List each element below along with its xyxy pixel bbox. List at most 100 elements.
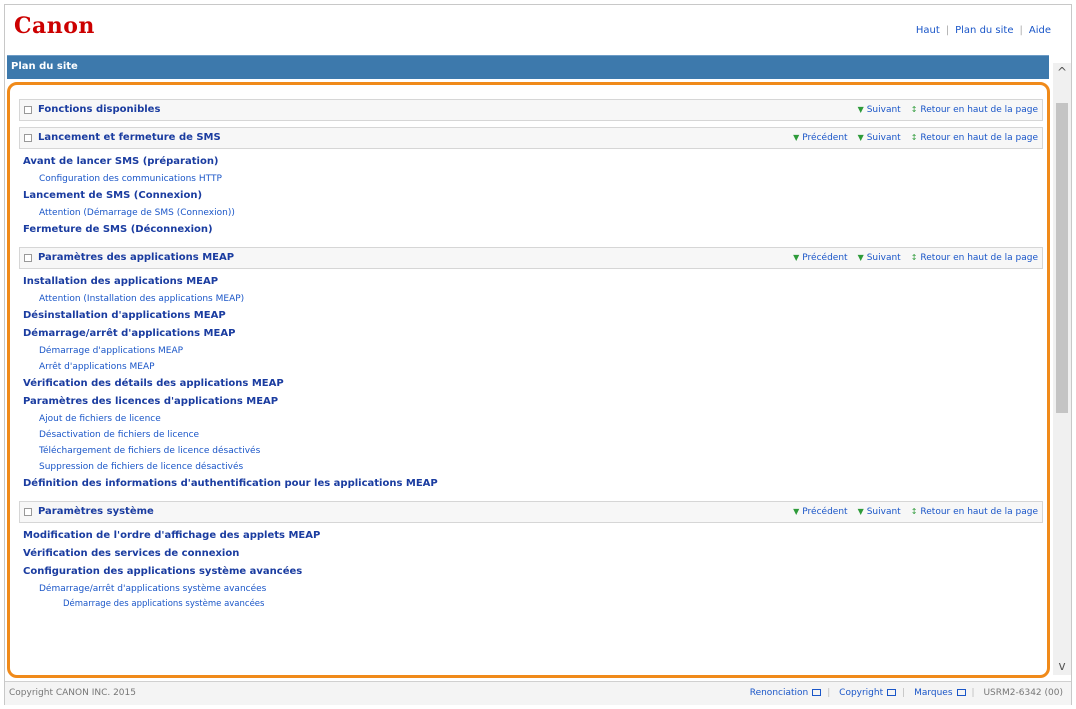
section-nav: ▼ Précédent ▼ Suivant ↕ Retour en haut de la … [783,253,1038,263]
sitemap-link[interactable]: Démarrage/arrêt d'applications MEAP [23,325,1043,343]
canon-logo[interactable]: Canon [14,13,95,39]
top-link-plan-du-site[interactable]: Plan du site [955,25,1013,36]
top-link-haut[interactable]: Haut [916,25,940,36]
external-link-icon [956,689,966,696]
sitemap-link[interactable]: Attention (Installation des applications… [23,291,1043,307]
sitemap-link[interactable]: Désactivation de fichiers de licence [23,427,1043,443]
sitemap-link[interactable]: Paramètres des licences d'applications M… [23,393,1043,411]
section-nav-link[interactable]: ↕ Retour en haut de la page [911,507,1038,517]
section-nav-link[interactable]: ▼ Suivant [858,105,901,115]
sitemap-section: Paramètres des applications MEAP ▼ Précéde… [19,247,1043,495]
footer-link-renonciation[interactable]: Renonciation [750,688,822,698]
title-bar: Plan du site [7,55,1049,79]
back-to-top-icon: ↕ [910,105,918,114]
sitemap-link[interactable]: Arrêt d'applications MEAP [23,359,1043,375]
sitemap-link[interactable]: Démarrage des applications système avanc… [23,597,1043,612]
sitemap-link[interactable]: Configuration des applications système a… [23,563,1043,581]
sitemap-link[interactable]: Démarrage d'applications MEAP [23,343,1043,359]
scroll-up-icon[interactable]: ^ [1053,63,1071,81]
top-links: Haut | Plan du site | Aide [915,25,1051,36]
top-link-aide[interactable]: Aide [1029,25,1051,36]
footer-link-marques[interactable]: Marques [914,688,966,698]
sitemap-link[interactable]: Téléchargement de fichiers de licence dé… [23,443,1043,459]
section-nav: ▼ Précédent ▼ Suivant ↕ Retour en haut de la … [783,133,1038,143]
page-frame: Canon Haut | Plan du site | Aide Plan du sit… [4,4,1072,705]
back-to-top-icon: ↕ [910,133,918,142]
copyright-text: Copyright CANON INC. 2015 [9,688,136,698]
sitemap-link[interactable]: Attention (Démarrage de SMS (Connexion)) [23,205,1043,221]
document-code: USRM2-6342 (00) [983,688,1063,698]
section-nav-link[interactable]: ▼ Précédent [793,253,847,263]
nav-arrow-icon: ▼ [857,133,864,142]
back-to-top-icon: ↕ [910,253,918,262]
nav-link-label: Suivant [866,507,901,517]
header: Canon Haut | Plan du site | Aide [5,5,1071,51]
section-nav: ▼ Suivant ↕ Retour en haut de la page [848,105,1038,115]
sitemap-link[interactable]: Définition des informations d'authentifi… [23,475,1043,493]
section-header: Fonctions disponibles ▼ Suivant ↕ Retour en … [19,99,1043,121]
nav-link-label: Retour en haut de la page [920,507,1038,517]
section-nav-link[interactable]: ↕ Retour en haut de la page [911,133,1038,143]
sitemap-link[interactable]: Lancement de SMS (Connexion) [23,187,1043,205]
section-nav-link[interactable]: ↕ Retour en haut de la page [911,253,1038,263]
footer: Copyright CANON INC. 2015 Renonciation | … [5,681,1071,705]
external-link-icon [812,689,822,696]
nav-link-label: Précédent [802,507,848,517]
footer-links: Renonciation | Copyright | Marques | USRM2-… [749,688,1063,698]
nav-link-label: Retour en haut de la page [920,133,1038,143]
sitemap-link[interactable]: Modification de l'ordre d'affichage des … [23,527,1043,545]
section-nav-link[interactable]: ▼ Suivant [858,253,901,263]
section-header: Paramètres des applications MEAP ▼ Précéde… [19,247,1043,269]
sitemap-link[interactable]: Avant de lancer SMS (préparation) [23,153,1043,171]
nav-link-label: Retour en haut de la page [920,105,1038,115]
sitemap-link[interactable]: Installation des applications MEAP [23,273,1043,291]
sitemap-link[interactable]: Fermeture de SMS (Déconnexion) [23,221,1043,239]
nav-arrow-icon: ▼ [857,105,864,114]
section-header: Paramètres système ▼ Précédent ▼ Suivant ↕ Ret… [19,501,1043,523]
section-nav-link[interactable]: ↕ Retour en haut de la page [911,105,1038,115]
scrollbar-thumb[interactable] [1056,103,1068,413]
back-to-top-icon: ↕ [910,507,918,516]
nav-arrow-icon: ▼ [793,253,800,262]
sitemap-link[interactable]: Suppression de fichiers de licence désac… [23,459,1043,475]
sitemap-section: Lancement et fermeture de SMS ▼ Précédent ▼… [19,127,1043,241]
vertical-scrollbar[interactable]: ^ v [1053,63,1071,675]
section-items: Avant de lancer SMS (préparation) Configu… [19,149,1043,241]
square-bullet-icon [24,134,32,142]
section-title[interactable]: Paramètres des applications MEAP [38,252,234,263]
external-link-icon [887,689,897,696]
nav-arrow-icon: ▼ [857,507,864,516]
nav-link-label: Précédent [802,133,848,143]
nav-arrow-icon: ▼ [793,133,800,142]
section-nav-link[interactable]: ▼ Suivant [858,507,901,517]
section-nav-link[interactable]: ▼ Suivant [858,133,901,143]
nav-link-label: Suivant [866,105,901,115]
sitemap-link[interactable]: Configuration des communications HTTP [23,171,1043,187]
sitemap-section: Paramètres système ▼ Précédent ▼ Suivant ↕ Ret… [19,501,1043,614]
nav-link-label: Suivant [866,133,901,143]
nav-link-label: Précédent [802,253,848,263]
sitemap-link[interactable]: Désinstallation d'applications MEAP [23,307,1043,325]
section-nav-link[interactable]: ▼ Précédent [793,133,847,143]
sitemap-link[interactable]: Ajout de fichiers de licence [23,411,1043,427]
footer-link-copyright[interactable]: Copyright [839,688,897,698]
section-header: Lancement et fermeture de SMS ▼ Précédent ▼… [19,127,1043,149]
nav-link-label: Retour en haut de la page [920,253,1038,263]
page-title: Plan du site [11,61,78,72]
sitemap-link[interactable]: Vérification des services de connexion [23,545,1043,563]
sitemap-link[interactable]: Vérification des détails des application… [23,375,1043,393]
section-title[interactable]: Fonctions disponibles [38,104,160,115]
section-title[interactable]: Lancement et fermeture de SMS [38,132,221,143]
sitemap-section: Fonctions disponibles ▼ Suivant ↕ Retour en … [19,99,1043,121]
scroll-down-icon[interactable]: v [1053,657,1071,675]
nav-arrow-icon: ▼ [793,507,800,516]
sitemap-link[interactable]: Démarrage/arrêt d'applications système a… [23,581,1043,597]
square-bullet-icon [24,508,32,516]
section-title[interactable]: Paramètres système [38,506,154,517]
square-bullet-icon [24,106,32,114]
section-nav-link[interactable]: ▼ Précédent [793,507,847,517]
nav-arrow-icon: ▼ [857,253,864,262]
sitemap-content: Fonctions disponibles ▼ Suivant ↕ Retour en … [19,99,1043,679]
section-nav: ▼ Précédent ▼ Suivant ↕ Retour en haut de la … [783,507,1038,517]
section-items: Modification de l'ordre d'affichage des … [19,523,1043,614]
